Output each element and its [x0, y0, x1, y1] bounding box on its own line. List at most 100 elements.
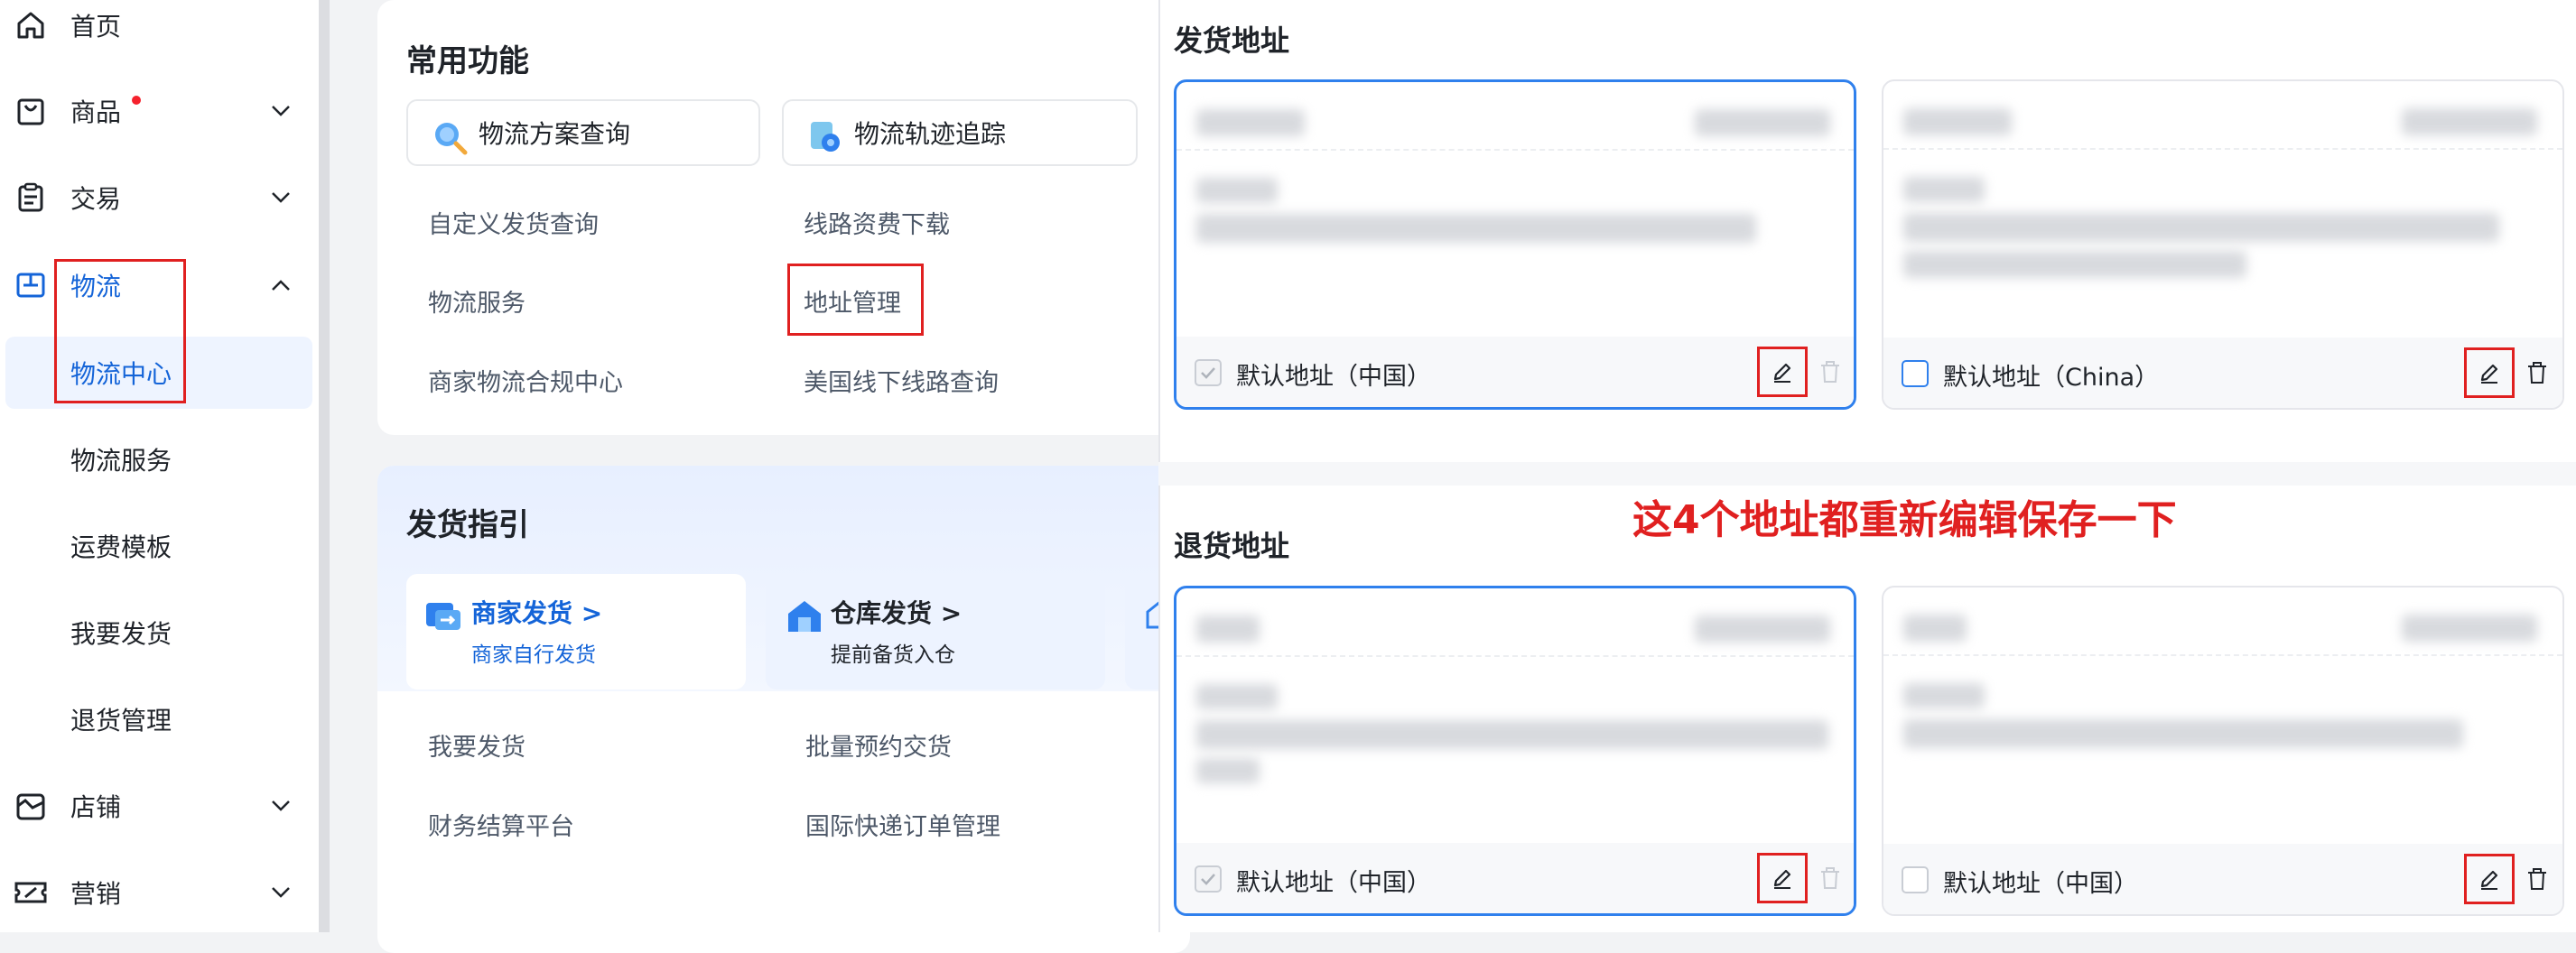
batch-delivery-booking-link[interactable]: 批量预约交货 [805, 727, 952, 763]
highlight-box-address-management [787, 264, 924, 336]
common-functions-card: 常用功能 物流方案查询 物流轨迹追踪 自定义发货查询 线路资费下载 物流服务 地… [377, 0, 1190, 435]
tool-label: 物流方案查询 [479, 119, 631, 149]
annotation-text: 这4个地址都重新编辑保存一下 [1632, 497, 2177, 543]
ship-address-card-2[interactable]: 默认地址（China） [1882, 79, 2564, 410]
guide-card-title: 商家发货 > [471, 598, 603, 628]
sub-label: 退货管理 [70, 706, 172, 736]
return-address-card-2[interactable]: 默认地址（中国） [1882, 586, 2564, 916]
redacted-phone [1695, 615, 1830, 643]
address-card-footer: 默认地址（中国） [1176, 843, 1854, 913]
sidebar-sub-returns[interactable]: 退货管理 [0, 683, 319, 755]
logistics-service-link[interactable]: 物流服务 [428, 283, 525, 319]
sub-label: 物流服务 [70, 446, 172, 476]
divider [1176, 149, 1854, 151]
chevron-down-icon [267, 879, 294, 906]
chevron-down-icon [267, 97, 294, 125]
nav-item-store[interactable]: 店铺 [0, 766, 319, 846]
warehouse-icon [786, 597, 823, 637]
trash-icon[interactable] [2523, 865, 2552, 893]
home-icon [13, 7, 49, 43]
notification-dot [132, 96, 141, 105]
address-card-footer: 默认地址（中国） [1883, 844, 2562, 914]
divider [1883, 654, 2562, 656]
sub-label: 我要发货 [70, 619, 172, 649]
guide-card-subtitle: 提前备货入仓 [831, 643, 955, 667]
store-icon [13, 788, 49, 824]
edit-icon[interactable] [1757, 347, 1808, 397]
sidebar: 首页 商品 交易 物流 物流中心 物流服务 运费模板 我要发货 退货管理 店铺 … [0, 0, 319, 932]
return-address-title: 退货地址 [1174, 529, 1290, 563]
guide-card-title: 仓库发货 > [831, 598, 963, 628]
nav-label: 交易 [70, 184, 122, 214]
default-checkbox[interactable] [1195, 865, 1222, 893]
edit-icon[interactable] [2464, 347, 2515, 398]
redacted-postcode [1903, 683, 1985, 708]
redacted-address [1903, 213, 2499, 242]
default-address-label: 默认地址（中国） [1236, 869, 1431, 897]
default-checkbox[interactable] [1195, 359, 1222, 386]
chevron-down-icon [267, 792, 294, 819]
redacted-phone [2402, 615, 2537, 642]
shipping-guide-card: 发货指引 商家发货 > 商家自行发货 仓库发货 > 提前备货入仓 我要发货 批量… [377, 466, 1190, 953]
default-checkbox[interactable] [1902, 360, 1929, 387]
ticket-icon [13, 874, 49, 911]
redacted-name [1196, 615, 1260, 643]
redacted-phone [2402, 108, 2537, 135]
redacted-address [1196, 720, 1828, 749]
ship-address-title: 发货地址 [1174, 23, 1290, 58]
default-address-label: 默认地址（中国） [1236, 363, 1431, 391]
tracking-icon [807, 119, 843, 159]
merchant-shipping-card[interactable]: 商家发货 > 商家自行发货 [406, 574, 746, 689]
logistics-plan-query-button[interactable]: 物流方案查询 [406, 99, 760, 166]
nav-item-trade[interactable]: 交易 [0, 158, 319, 237]
redacted-address-line2 [1196, 758, 1260, 783]
merchant-compliance-center-link[interactable]: 商家物流合规中心 [428, 363, 623, 398]
sidebar-sub-ship[interactable]: 我要发货 [0, 597, 319, 669]
sidebar-sub-logistics-service[interactable]: 物流服务 [0, 423, 319, 495]
edit-icon[interactable] [1757, 853, 1808, 903]
sub-label: 运费模板 [70, 532, 172, 562]
return-address-card-1[interactable]: 默认地址（中国） [1174, 586, 1856, 916]
trash-icon[interactable] [1816, 864, 1845, 893]
sidebar-sub-freight-template[interactable]: 运费模板 [0, 510, 319, 582]
warehouse-shipping-card[interactable]: 仓库发货 > 提前备货入仓 [766, 574, 1105, 689]
trash-icon[interactable] [1816, 357, 1845, 386]
redacted-postcode [1196, 684, 1278, 709]
panel-section-separator [1158, 462, 2576, 486]
sidebar-divider [319, 0, 330, 932]
highlight-box-logistics [54, 259, 186, 403]
redacted-name [1196, 109, 1305, 136]
logistics-tracking-button[interactable]: 物流轨迹追踪 [782, 99, 1138, 166]
finance-settlement-link[interactable]: 财务结算平台 [428, 807, 574, 842]
redacted-address [1903, 719, 2463, 748]
redacted-name [1903, 615, 1967, 642]
section-title-guide: 发货指引 [406, 507, 529, 543]
ship-address-card-1[interactable]: 默认地址（中国） [1174, 79, 1856, 410]
nav-label: 店铺 [70, 792, 122, 822]
section-title-common: 常用功能 [406, 43, 529, 79]
redacted-postcode [1196, 178, 1278, 203]
nav-label: 营销 [70, 879, 122, 909]
us-offline-route-query-link[interactable]: 美国线下线路查询 [804, 363, 999, 398]
chevron-up-icon [267, 272, 294, 299]
default-address-label: 默认地址（China） [1943, 364, 2160, 392]
custom-shipping-query-link[interactable]: 自定义发货查询 [428, 205, 599, 240]
address-card-footer: 默认地址（中国） [1176, 337, 1854, 407]
route-rates-download-link[interactable]: 线路资费下载 [804, 205, 950, 240]
nav-item-goods[interactable]: 商品 [0, 71, 319, 151]
redacted-phone [1695, 109, 1830, 136]
international-express-orders-link[interactable]: 国际快递订单管理 [805, 807, 1000, 842]
ship-now-link[interactable]: 我要发货 [428, 727, 525, 763]
redacted-postcode [1903, 177, 1985, 202]
nav-item-home[interactable]: 首页 [0, 0, 319, 65]
default-checkbox[interactable] [1902, 866, 1929, 893]
nav-label: 首页 [70, 12, 122, 42]
guide-card-subtitle: 商家自行发货 [471, 643, 596, 667]
trash-icon[interactable] [2523, 358, 2552, 387]
address-card-footer: 默认地址（China） [1883, 338, 2562, 408]
logistics-box-icon [13, 267, 49, 303]
edit-icon[interactable] [2464, 854, 2515, 904]
nav-label: 商品 [70, 97, 122, 127]
nav-item-marketing[interactable]: 营销 [0, 853, 319, 932]
merchant-shipping-icon [424, 596, 462, 637]
